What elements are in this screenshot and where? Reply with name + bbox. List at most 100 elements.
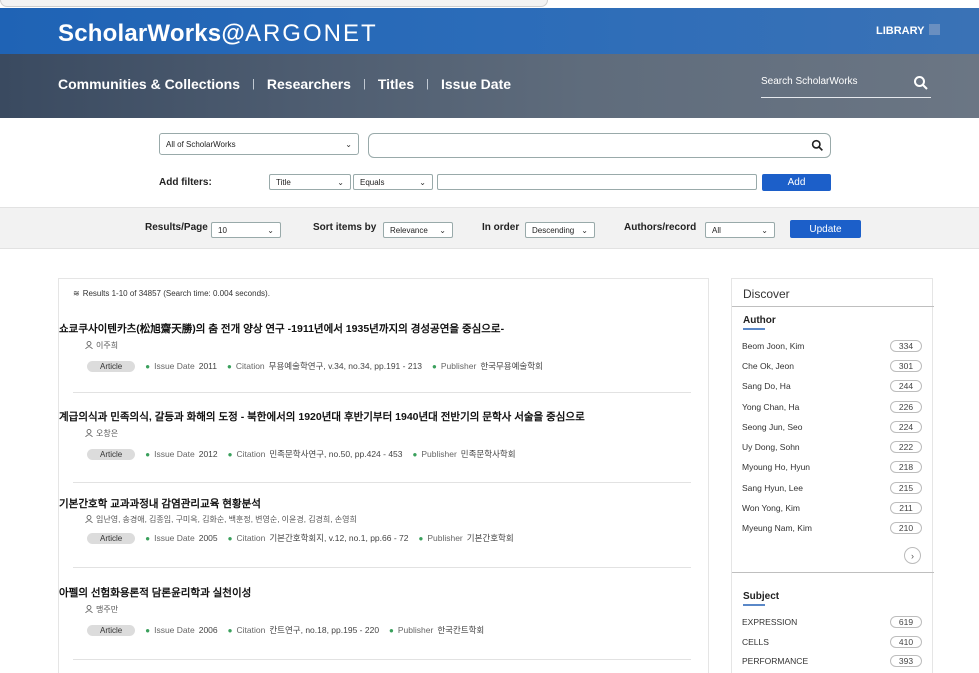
citation-value: 민족문학사연구, no.50, pp.424 - 453 [269,449,403,459]
nav-issue-date[interactable]: Issue Date [441,76,511,92]
facet-label: Sang Hyun, Lee [742,483,803,493]
browser-tab-strip [0,0,979,8]
logo-argonet: ARGONET [244,20,378,47]
nav-researchers[interactable]: Researchers [267,76,351,92]
facet-author-item[interactable]: Uy Dong, Sohn 222 [742,441,922,453]
facet-author-item[interactable]: Myoung Ho, Hyun 218 [742,461,922,473]
person-icon [85,515,93,523]
query-input[interactable] [368,133,831,158]
publisher-label: Publisher [427,533,463,543]
bullet-icon: ● [227,449,233,459]
facet-label: Beom Joon, Kim [742,341,805,351]
issue-date-value: 2012 [198,449,218,459]
add-filter-button[interactable]: Add [762,174,831,191]
person-icon [85,605,93,613]
result-title[interactable]: 아펠의 선험화용론적 담론윤리학과 실천이성 [59,585,251,600]
results-page-select[interactable]: 10 ⌄ [211,222,281,238]
facet-author-item[interactable]: Yong Chan, Ha 226 [742,401,922,413]
facet-author-item[interactable]: Seong Jun, Seo 224 [742,421,922,433]
order-select[interactable]: Descending ⌄ [525,222,595,238]
add-filters-label: Add filters: [159,177,212,188]
scope-value: All of ScholarWorks [166,139,236,149]
facet-author-item[interactable]: Sang Do, Ha 244 [742,380,922,392]
options-bar: Results/Page 10 ⌄ Sort items by Relevance… [0,207,979,249]
facet-count: 222 [890,441,922,453]
facet-author-item[interactable]: Sang Hyun, Lee 215 [742,482,922,494]
facet-author-item[interactable]: Myeung Nam, Kim 210 [742,522,922,534]
result-title[interactable]: 기본간호학 교과과정내 감염관리교육 현황분석 [59,496,261,511]
main-nav: Communities & Collections | Researchers | … [58,76,511,92]
facet-label: EXPRESSION [742,617,798,627]
filter-field-select[interactable]: Title ⌄ [269,174,351,190]
citation-label: Citation [236,533,266,543]
bullet-icon: ● [145,449,151,459]
filter-field-value: Title [276,177,291,187]
facet-label: Seong Jun, Seo [742,422,803,432]
facet-author-item[interactable]: Won Yong, Kim 211 [742,502,922,514]
results-panel: ≋ Results 1-10 of 34857 (Search time: 0.0… [58,278,709,673]
scope-select[interactable]: All of ScholarWorks ⌄ [159,133,359,155]
issue-date-value: 2006 [198,625,218,635]
type-badge: Article [87,624,136,636]
bullet-icon: ● [412,449,418,459]
library-link[interactable]: LIBRARY [876,24,941,37]
filter-value-input[interactable] [437,174,757,190]
facet-subject-item[interactable]: PERFORMANCE 393 [742,655,922,667]
chevron-down-icon: ⌄ [581,225,588,235]
facet-author-item[interactable]: Che Ok, Jeon 301 [742,360,922,372]
update-button[interactable]: Update [790,220,861,238]
authors-record-select[interactable]: All ⌄ [705,222,775,238]
library-icon [929,24,941,35]
publisher-value: 기본간호학회 [466,533,514,543]
nav-communities[interactable]: Communities & Collections [58,76,240,92]
nav-titles[interactable]: Titles [378,76,414,92]
result-meta: Article ● Issue Date 2005 ● Citation 기본간호학회지… [87,532,524,544]
search-icon[interactable] [913,75,929,91]
type-badge: Article [87,532,136,544]
result-meta: Article ● Issue Date 2011 ● Citation 무용예술학연구… [87,360,553,372]
result-authors: 임난영, 송경애, 김종임, 구미옥, 김화순, 백훈정, 변영순, 이윤경, … [85,514,357,525]
author-facet-heading: Author [743,315,776,330]
sort-select[interactable]: Relevance ⌄ [383,222,453,238]
filter-op-value: Equals [360,177,385,187]
author-name[interactable]: 이주희 [96,341,118,350]
authors-record-label: Authors/record [624,222,697,233]
facet-count: 410 [890,636,922,648]
logo-text: ScholarWorks@ [58,20,245,47]
filter-operator-select[interactable]: Equals ⌄ [353,174,433,190]
bullet-icon: ● [145,625,151,635]
facet-label: CELLS [742,637,769,647]
sort-value: Relevance [390,225,428,235]
author-name[interactable]: 임난영, 송경애, 김종임, 구미옥, 김화순, 백훈정, 변영순, 이윤경, … [96,515,357,524]
facet-subject-item[interactable]: CELLS 410 [742,636,922,648]
facet-count: 334 [890,340,922,352]
header-search-input[interactable]: Search ScholarWorks [761,72,931,98]
browser-tab[interactable] [0,0,548,7]
result-divider [73,392,691,393]
chevron-right-icon[interactable]: › [904,547,921,564]
type-badge: Article [87,448,136,460]
nav-separator: | [252,78,255,90]
bullet-icon: ● [432,361,437,371]
result-title[interactable]: 계급의식과 민족의식, 갈등과 화해의 도정 - 북한에서의 1920년대 후반… [59,409,585,424]
author-name[interactable]: 맹주만 [96,605,118,614]
sort-label: Sort items by [313,222,377,233]
order-value: Descending [532,225,575,235]
facet-author-item[interactable]: Beom Joon, Kim 334 [742,340,922,352]
facet-subject-item[interactable]: EXPRESSION 619 [742,616,922,628]
citation-value: 기본간호학회지, v.12, no.1, pp.66 - 72 [269,533,409,543]
site-header: ScholarWorks@ARGONET LIBRARY Communities… [0,8,979,118]
result-title[interactable]: 쇼쿄쿠사이텐카츠(松旭齋天勝)의 춤 전개 양상 연구 -1911년에서 193… [59,321,504,336]
bullet-icon: ● [418,533,424,543]
site-logo[interactable]: ScholarWorks@ARGONET [58,20,378,48]
chevron-down-icon: ⌄ [345,139,352,149]
nav-separator: | [362,78,366,90]
chevron-down-icon: ⌄ [761,225,768,235]
issue-date-label: Issue Date [154,361,195,371]
citation-label: Citation [236,625,266,635]
author-name[interactable]: 오창은 [96,429,118,438]
publisher-label: Publisher [397,625,434,635]
order-label: In order [482,222,520,233]
search-icon[interactable] [811,139,824,152]
results-summary: ≋ Results 1-10 of 34857 (Search time: 0.0… [73,289,270,298]
